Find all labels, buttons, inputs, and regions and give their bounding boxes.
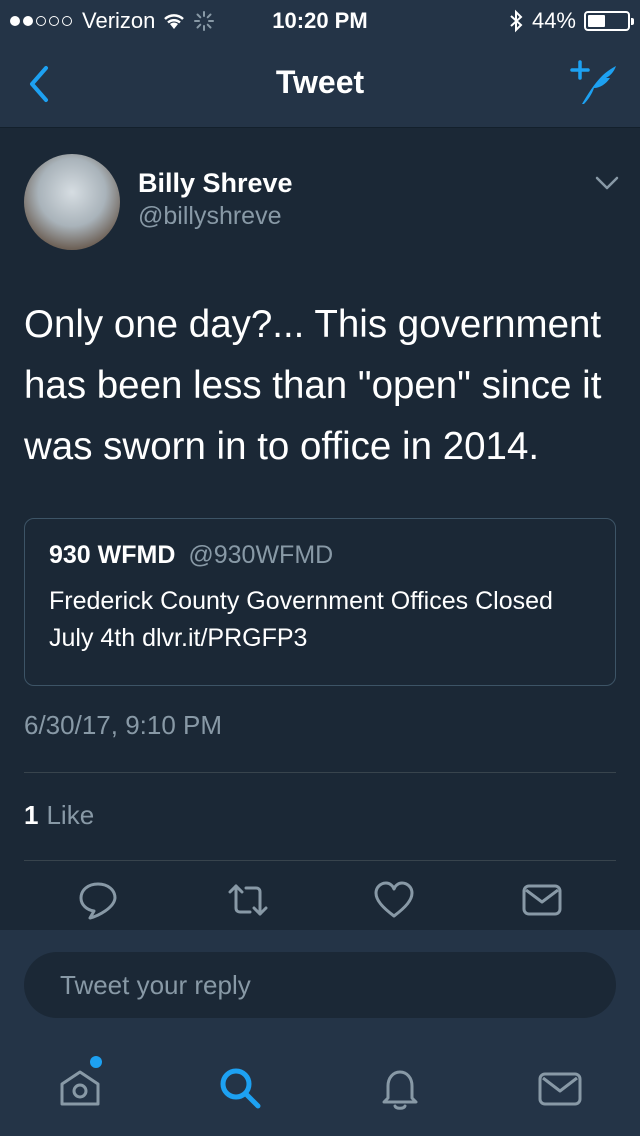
messages-mail-icon[interactable] [536,1064,584,1112]
avatar[interactable] [24,154,120,250]
divider [24,860,616,861]
quoted-author-name: 930 WFMD [49,541,176,569]
tweet-actions [0,878,640,932]
reply-input[interactable]: Tweet your reply [24,952,616,1018]
author-name[interactable]: Billy Shreve [138,168,293,199]
search-icon[interactable] [216,1064,264,1112]
heart-icon[interactable] [372,878,416,922]
retweet-icon[interactable] [226,878,270,922]
reply-icon[interactable] [76,878,120,922]
navigation-bar: Tweet [0,40,640,128]
status-bar: Verizon 10:20 PM 44% [0,0,640,40]
chevron-down-icon[interactable] [594,174,620,192]
tweet-timestamp: 6/30/17, 9:10 PM [24,710,223,740]
quoted-tweet-card[interactable]: 930 WFMD @930WFMD Frederick County Gover… [24,518,616,686]
bluetooth-icon [510,9,523,33]
compose-icon[interactable] [568,58,620,110]
battery-percentage: 44% [531,8,576,33]
author-handle[interactable]: @billyshreve [138,202,281,231]
like-count: 1 [24,800,39,830]
battery-icon [584,11,634,31]
home-icon[interactable] [56,1064,104,1112]
quoted-author-handle: @930WFMD [188,541,334,569]
mail-icon[interactable] [520,878,564,922]
notification-dot [90,1056,102,1068]
tweet-text: Only one day?... This government has bee… [24,303,602,468]
bell-icon[interactable] [376,1064,424,1112]
quoted-tweet-text: Frederick County Government Offices Clos… [49,587,553,652]
like-label: Like [46,800,95,830]
reply-bar: Tweet your reply [0,930,640,1040]
divider [24,772,616,773]
tab-bar [0,1040,640,1136]
page-title: Tweet [275,64,365,100]
likes-summary[interactable]: 1 Like [24,800,94,831]
